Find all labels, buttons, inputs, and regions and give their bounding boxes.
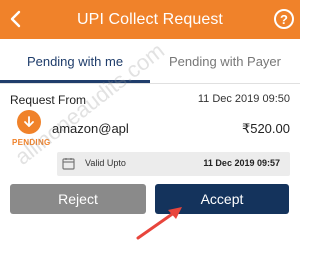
tab-pending-with-me[interactable]: Pending with me — [0, 39, 150, 83]
tab-bar: Pending with me Pending with Payer — [0, 39, 300, 83]
valid-upto-label: Valid Upto — [85, 158, 126, 168]
tab-divider — [0, 83, 300, 84]
valid-upto-date: 11 Dec 2019 09:57 — [203, 158, 280, 168]
calendar-icon — [62, 158, 75, 170]
arrow-down-icon — [24, 116, 34, 127]
page-title: UPI Collect Request — [77, 10, 223, 28]
annotation-arrow-icon — [136, 207, 182, 240]
chevron-left-icon[interactable] — [6, 9, 26, 29]
request-amount: ₹520.00 — [241, 121, 290, 136]
valid-upto-box: Valid Upto 11 Dec 2019 09:57 — [57, 152, 290, 176]
request-from-label: Request From — [10, 93, 87, 107]
payer-vpa: amazon@apl — [52, 121, 129, 136]
tab-pending-with-payer[interactable]: Pending with Payer — [150, 39, 300, 83]
help-icon[interactable]: ? — [274, 9, 294, 29]
request-date: 11 Dec 2019 09:50 — [197, 93, 290, 105]
reject-button[interactable]: Reject — [10, 184, 146, 214]
status-badge: PENDING — [12, 138, 51, 147]
app-header: UPI Collect Request ? — [0, 0, 300, 39]
pending-status-icon — [17, 110, 41, 134]
